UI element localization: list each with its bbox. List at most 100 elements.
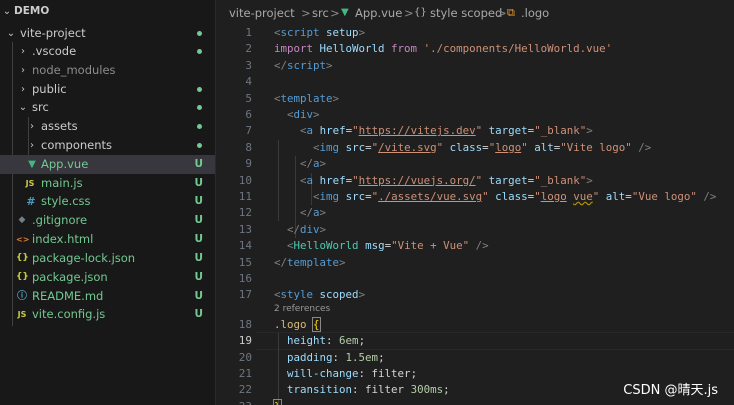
code-editor[interactable]: vite-project > src > ▼ App.vue > {} styl… bbox=[216, 0, 734, 405]
tree-item-readme-md[interactable]: ⓘ README.md U bbox=[0, 287, 215, 306]
breadcrumb-folder[interactable]: src bbox=[312, 0, 329, 26]
tree-item-label: src bbox=[32, 100, 49, 114]
chevron-right-icon: › bbox=[30, 140, 34, 151]
line-number: 10 bbox=[238, 173, 252, 187]
breadcrumb-separator: > bbox=[330, 6, 340, 20]
tree-item-node-modules[interactable]: › node_modules bbox=[0, 61, 215, 80]
explorer-sidebar: ⌄ DEMO ⌄ vite-project › .vscode › node_m… bbox=[0, 0, 215, 405]
vue-file-icon: ▼ bbox=[341, 7, 349, 18]
tree-item-label: App.vue bbox=[41, 157, 89, 171]
tree-item-style-css[interactable]: # style.css U bbox=[0, 192, 215, 211]
code-line[interactable]: <img src="./assets/vue.svg" class="logo … bbox=[274, 189, 716, 205]
line-number: 3 bbox=[245, 58, 252, 72]
code-line[interactable]: </a> bbox=[274, 205, 326, 221]
css-file-icon: # bbox=[26, 195, 36, 208]
tree-item-vite-config-js[interactable]: JS vite.config.js U bbox=[0, 305, 215, 324]
tree-item-label: vite.config.js bbox=[32, 307, 106, 321]
line-number: 22 bbox=[238, 383, 252, 397]
code-line[interactable]: <img src="/vite.svg" class="logo" alt="V… bbox=[274, 140, 651, 156]
git-untracked-badge: U bbox=[194, 252, 203, 264]
line-number: 11 bbox=[238, 190, 252, 203]
tree-item-main-js[interactable]: JS main.js U bbox=[0, 174, 215, 193]
tree-item-app-vue[interactable]: ▼ App.vue U bbox=[0, 155, 215, 174]
git-untracked-badge: U bbox=[194, 177, 203, 189]
code-line[interactable]: padding: 1.5em; bbox=[274, 350, 385, 366]
breadcrumb-selector[interactable]: .logo bbox=[521, 0, 549, 26]
info-file-icon: ⓘ bbox=[17, 291, 27, 302]
breadcrumb-separator: > bbox=[404, 6, 414, 20]
vue-file-icon: ▼ bbox=[28, 159, 36, 170]
code-line[interactable]: will-change: filter; bbox=[274, 366, 417, 382]
json-file-icon: {} bbox=[16, 253, 29, 263]
chevron-right-icon: › bbox=[21, 65, 25, 76]
git-modified-dot bbox=[197, 31, 202, 36]
code-line[interactable]: import HelloWorld from './components/Hel… bbox=[274, 41, 612, 57]
line-number: 21 bbox=[238, 367, 252, 380]
git-untracked-badge: U bbox=[194, 214, 203, 226]
tree-item-package-lock-json[interactable]: {} package-lock.json U bbox=[0, 249, 215, 268]
tree-item-label: node_modules bbox=[32, 63, 116, 77]
tree-item-label: assets bbox=[41, 119, 78, 133]
tree-item-public[interactable]: › public bbox=[0, 80, 215, 99]
line-number: 5 bbox=[245, 91, 252, 105]
html-file-icon: <> bbox=[16, 235, 30, 244]
line-number: 13 bbox=[238, 222, 252, 236]
code-line[interactable]: <a href="https://vitejs.dev" target="_bl… bbox=[274, 123, 593, 139]
line-number: 4 bbox=[245, 75, 252, 89]
git-untracked-badge: U bbox=[194, 158, 203, 170]
code-line[interactable]: <style scoped> bbox=[274, 287, 365, 303]
chevron-down-icon[interactable]: ⌄ bbox=[2, 2, 12, 21]
breadcrumb-file[interactable]: App.vue bbox=[355, 0, 402, 26]
explorer-root-label: DEMO bbox=[14, 5, 50, 17]
line-number: 1 bbox=[245, 26, 252, 39]
code-line[interactable]: height: 6em; bbox=[274, 333, 365, 349]
git-modified-dot bbox=[197, 143, 202, 148]
tree-item-label: vite-project bbox=[20, 26, 86, 40]
tree-item-gitignore[interactable]: ◆ .gitignore U bbox=[0, 211, 215, 230]
git-untracked-badge: U bbox=[194, 308, 203, 320]
code-line[interactable]: </div> bbox=[274, 222, 326, 238]
code-line[interactable]: <template> bbox=[274, 91, 339, 107]
line-number: 7 bbox=[245, 124, 252, 138]
code-line[interactable]: <div> bbox=[274, 107, 320, 123]
line-number: 8 bbox=[245, 140, 252, 154]
breadcrumb-project[interactable]: vite-project bbox=[229, 0, 295, 26]
git-modified-dot bbox=[197, 124, 202, 129]
line-number: 14 bbox=[238, 239, 252, 253]
code-line[interactable]: <HelloWorld msg="Vite + Vue" /> bbox=[274, 238, 489, 254]
tree-item-label: package.json bbox=[32, 270, 108, 284]
explorer-root[interactable]: ⌄ DEMO bbox=[0, 2, 215, 21]
json-file-icon: {} bbox=[16, 272, 29, 282]
codelens-references[interactable]: 2 references bbox=[274, 303, 330, 316]
tree-item-index-html[interactable]: <> index.html U bbox=[0, 230, 215, 249]
chevron-down-icon: ⌄ bbox=[6, 28, 16, 39]
line-number: 20 bbox=[238, 350, 252, 364]
tree-item-components[interactable]: › components bbox=[0, 136, 215, 155]
tree-item-vscode[interactable]: › .vscode bbox=[0, 42, 215, 61]
chevron-right-icon: › bbox=[30, 121, 34, 132]
code-line[interactable]: .logo { bbox=[274, 316, 321, 333]
line-number: 16 bbox=[238, 272, 252, 285]
tree-item-label: package-lock.json bbox=[32, 251, 136, 265]
git-modified-dot bbox=[197, 49, 202, 54]
code-line[interactable]: transition: filter 300ms; bbox=[274, 382, 450, 398]
tree-item-label: style.css bbox=[41, 194, 91, 208]
line-number: 18 bbox=[238, 317, 252, 331]
git-untracked-badge: U bbox=[194, 271, 203, 283]
code-line[interactable]: </script> bbox=[274, 58, 333, 74]
tree-item-vite-project[interactable]: ⌄ vite-project bbox=[0, 24, 215, 43]
tree-item-label: public bbox=[32, 82, 67, 96]
code-line[interactable]: </a> bbox=[274, 156, 326, 172]
git-untracked-badge: U bbox=[194, 195, 203, 207]
tree-item-assets[interactable]: › assets bbox=[0, 117, 215, 136]
tree-item-label: main.js bbox=[41, 176, 83, 190]
code-line[interactable]: <script setup> bbox=[274, 25, 365, 41]
code-line[interactable]: </template> bbox=[274, 255, 346, 271]
breadcrumb-section[interactable]: style scoped bbox=[430, 0, 502, 26]
tree-item-package-json[interactable]: {} package.json U bbox=[0, 268, 215, 287]
line-number: 17 bbox=[238, 288, 252, 302]
breadcrumb: vite-project > src > ▼ App.vue > {} styl… bbox=[216, 0, 734, 26]
code-line[interactable]: <a href="https://vuejs.org/" target="_bl… bbox=[274, 173, 593, 189]
code-line[interactable]: } bbox=[273, 398, 282, 405]
tree-item-src[interactable]: ⌄ src bbox=[0, 98, 215, 117]
